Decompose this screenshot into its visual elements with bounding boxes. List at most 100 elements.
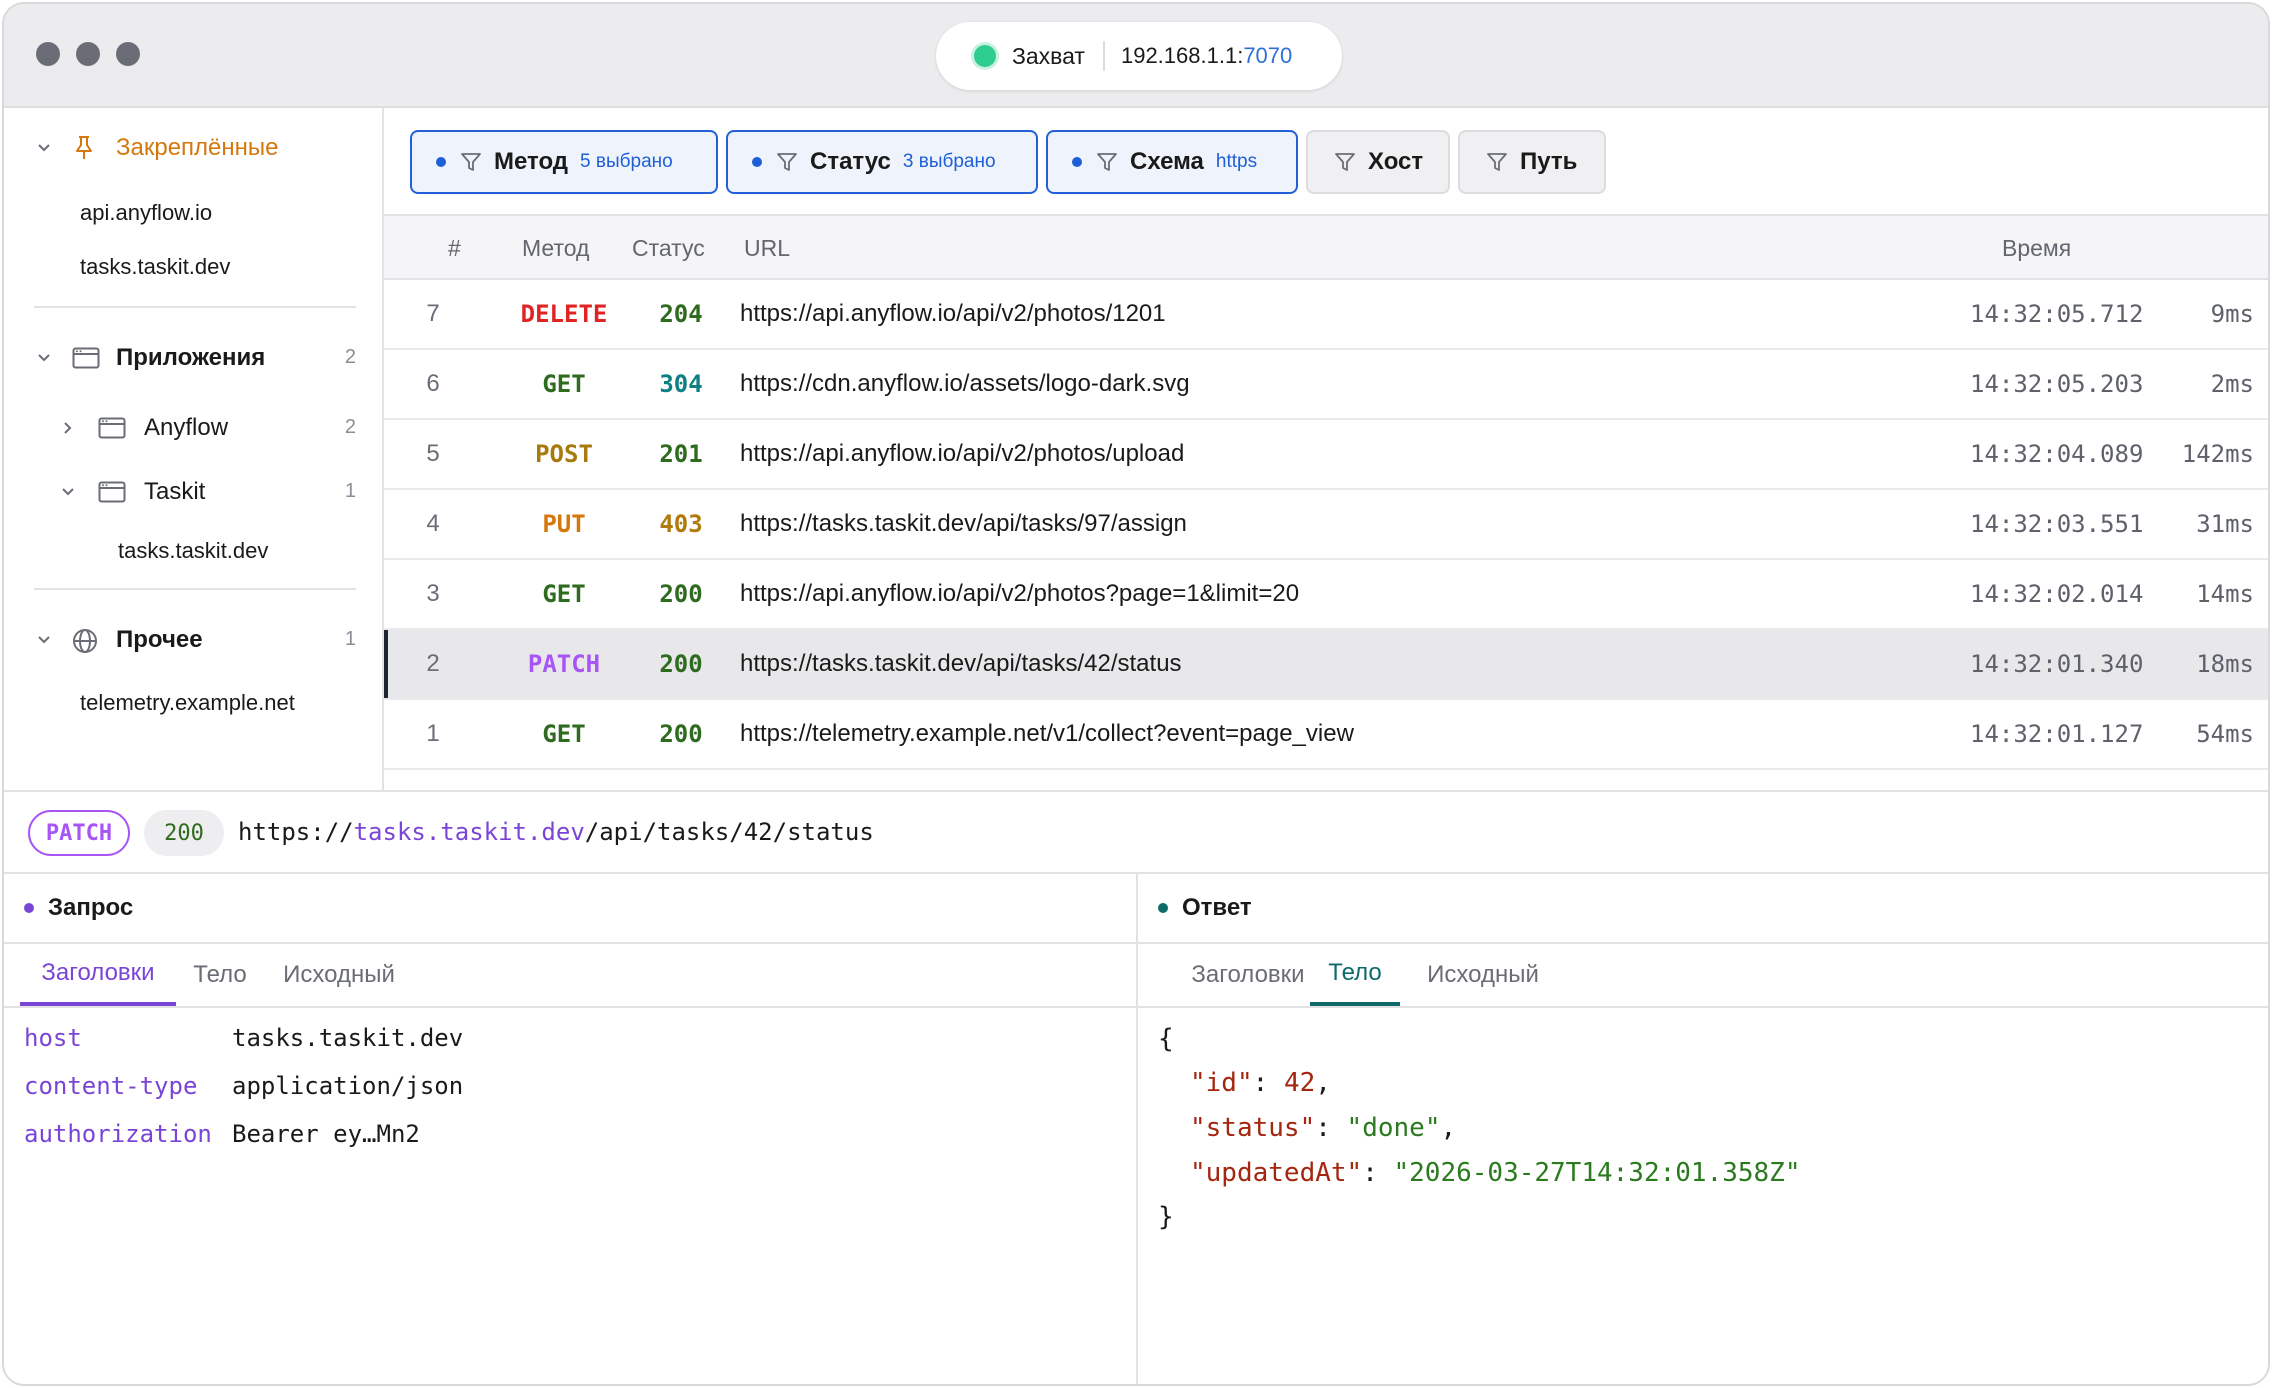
selected-url-host: tasks.taskit.dev: [353, 818, 585, 846]
chevron-down-icon: [38, 354, 50, 362]
filter-scheme-button[interactable]: Схема https: [1046, 130, 1298, 194]
row-url: https://api.anyflow.io/api/v2/photos/120…: [740, 300, 1166, 327]
row-duration: 54ms: [2196, 720, 2254, 748]
app-window-icon: [98, 481, 126, 503]
filter-status-button[interactable]: Статус 3 выбрано: [726, 130, 1038, 194]
sidebar-item-label: Anyflow: [144, 414, 229, 441]
sidebar-item-anyflow[interactable]: Anyflow 2: [4, 408, 384, 448]
row-number: 1: [426, 720, 440, 747]
request-tabs: Заголовки Тело Исходный: [4, 944, 1136, 1008]
sidebar-item-label: tasks.taskit.dev: [118, 538, 269, 563]
header-value: application/json: [232, 1072, 464, 1100]
request-dot: [24, 903, 34, 913]
row-duration: 9ms: [2210, 300, 2254, 328]
response-panel: Ответ Заголовки Тело Исходный { "id": 42…: [1138, 874, 2268, 1384]
table-row[interactable]: 6 GET 304 https://cdn.anyflow.io/assets/log…: [384, 350, 2268, 420]
maximize-window-button[interactable]: [116, 42, 140, 66]
tab-request-raw[interactable]: Исходный: [270, 944, 408, 1006]
close-window-button[interactable]: [36, 42, 60, 66]
row-time: 14:32:02.014: [1970, 580, 2144, 608]
sidebar-item-count: 2: [344, 416, 356, 438]
filter-selection: 5 выбрано: [580, 151, 673, 172]
capture-label: Захват: [1012, 42, 1085, 69]
sidebar-item-taskit[interactable]: Taskit 1: [4, 472, 384, 512]
row-method: PATCH: [527, 650, 601, 678]
header-key: host: [24, 1024, 82, 1052]
row-method: DELETE: [520, 300, 608, 328]
filter-label: Метод: [494, 148, 569, 175]
sidebar-item-api-anyflow[interactable]: api.anyflow.io: [4, 194, 384, 230]
json-close-brace: }: [1158, 1202, 1174, 1232]
response-title-label: Ответ: [1182, 894, 1252, 921]
column-header-status[interactable]: Статус: [632, 235, 705, 262]
column-header-method[interactable]: Метод: [522, 235, 589, 262]
minimize-window-button[interactable]: [76, 42, 100, 66]
row-status: 201: [659, 440, 703, 468]
sidebar-item-label: telemetry.example.net: [80, 690, 295, 715]
sidebar: Закреплённые api.anyflow.io tasks.taskit…: [4, 108, 384, 790]
json-field: "updatedAt": "2026-03-27T14:32:01.358Z": [1190, 1158, 1801, 1188]
row-url: https://tasks.taskit.dev/api/tasks/42/st…: [740, 650, 1182, 677]
capture-status-pill[interactable]: Захват 192.168.1.1:7070: [936, 22, 1342, 90]
sidebar-item-taskit-host[interactable]: tasks.taskit.dev: [4, 532, 384, 568]
chevron-down-icon: [62, 488, 74, 496]
chevron-down-icon: [38, 636, 50, 644]
row-number: 4: [426, 510, 440, 537]
capture-address: 192.168.1.1:7070: [1120, 43, 1293, 68]
sidebar-other-count: 1: [344, 628, 356, 650]
tab-request-headers[interactable]: Заголовки: [20, 944, 176, 1006]
filter-icon: [1335, 153, 1355, 171]
app-window-icon: [98, 417, 126, 439]
sidebar-item-label: Taskit: [144, 478, 206, 505]
tab-response-headers[interactable]: Заголовки: [1164, 944, 1332, 1006]
column-header-url[interactable]: URL: [744, 235, 790, 262]
filter-path-button[interactable]: Путь: [1458, 130, 1606, 194]
selected-url[interactable]: https://tasks.taskit.dev/api/tasks/42/st…: [238, 818, 874, 846]
header-key: content-type: [24, 1072, 198, 1100]
filter-icon: [461, 153, 481, 171]
sidebar-other-label: Прочее: [116, 626, 203, 653]
filter-selection: https: [1215, 151, 1258, 172]
filter-active-dot: [1072, 157, 1082, 167]
sidebar-section-apps[interactable]: Приложения 2: [4, 338, 384, 378]
table-row[interactable]: 5 POST 201 https://api.anyflow.io/api/v2/ph…: [384, 420, 2268, 490]
tab-response-raw[interactable]: Исходный: [1410, 944, 1556, 1006]
sidebar-apps-label: Приложения: [116, 344, 266, 371]
table-row[interactable]: 4 PUT 403 https://tasks.taskit.dev/api/task…: [384, 490, 2268, 560]
tab-request-body[interactable]: Тело: [182, 944, 258, 1006]
filter-host-button[interactable]: Хост: [1306, 130, 1450, 194]
sidebar-section-other[interactable]: Прочее 1: [4, 620, 384, 660]
filter-active-dot: [752, 157, 762, 167]
filter-icon: [777, 153, 797, 171]
table-row[interactable]: 1 GET 200 https://telemetry.example.net/v1/…: [384, 700, 2268, 770]
row-status: 304: [659, 370, 703, 398]
row-method: GET: [542, 580, 586, 608]
selected-method-badge: PATCH: [28, 810, 130, 856]
filter-icon: [1097, 153, 1117, 171]
sidebar-item-telemetry[interactable]: telemetry.example.net: [4, 684, 384, 720]
row-url: https://tasks.taskit.dev/api/tasks/97/as…: [740, 510, 1187, 537]
header-key: authorization: [24, 1120, 212, 1148]
request-title-label: Запрос: [48, 894, 134, 921]
json-field: "id": 42,: [1190, 1068, 1331, 1098]
response-dot: [1158, 903, 1168, 913]
capture-port: 7070: [1243, 43, 1293, 68]
row-url: https://api.anyflow.io/api/v2/photos?pag…: [740, 580, 1300, 607]
column-header-time[interactable]: Время: [2002, 235, 2071, 262]
filter-method-button[interactable]: Метод 5 выбрано: [410, 130, 718, 194]
tab-response-body[interactable]: Тело: [1310, 944, 1400, 1006]
row-url: https://api.anyflow.io/api/v2/photos/upl…: [740, 440, 1185, 467]
sidebar-section-pinned[interactable]: Закреплённые: [4, 128, 384, 168]
selected-request-bar: PATCH 200 https://tasks.taskit.dev/api/t…: [4, 790, 2268, 874]
sidebar-item-count: 1: [344, 480, 356, 502]
column-header-num[interactable]: #: [448, 235, 461, 262]
row-time: 14:32:01.340: [1970, 650, 2144, 678]
sidebar-item-label: tasks.taskit.dev: [80, 254, 231, 279]
row-time: 14:32:04.089: [1970, 440, 2144, 468]
row-number: 2: [426, 650, 440, 677]
table-row[interactable]: 2 PATCH 200 https://tasks.taskit.dev/api/ta…: [384, 630, 2268, 700]
row-status: 200: [659, 650, 703, 678]
table-row[interactable]: 3 GET 200 https://api.anyflow.io/api/v2/pho…: [384, 560, 2268, 630]
sidebar-item-tasks-taskit[interactable]: tasks.taskit.dev: [4, 248, 384, 284]
table-row[interactable]: 7 DELETE 204 https://api.anyflow.io/api/v2/…: [384, 280, 2268, 350]
